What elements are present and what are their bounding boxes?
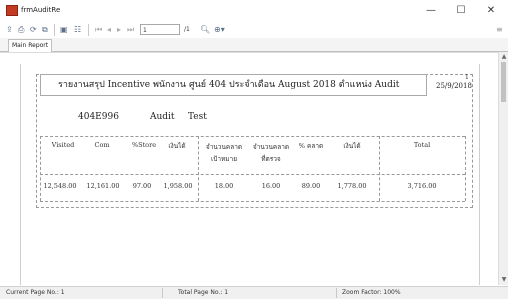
column-header: เงินได้ <box>343 142 361 150</box>
first-page-icon[interactable]: ⏮ <box>95 24 102 36</box>
table-vline <box>198 136 199 201</box>
tab-bar: Main Report <box>0 38 508 52</box>
table-bottom-line <box>40 201 465 202</box>
column-header: จำนวนคลาด เป้าหมาย <box>205 143 243 163</box>
previous-page-icon[interactable]: ◂ <box>107 24 111 36</box>
table-top-line <box>40 136 465 137</box>
table-cell: 16.00 <box>261 182 281 190</box>
overflow-icon[interactable]: ≡ <box>496 24 503 36</box>
toggle-group-tree-icon[interactable]: ▣ <box>60 24 68 36</box>
table-cell: 97.00 <box>132 182 152 190</box>
employee-last-name: Test <box>188 112 207 122</box>
page-total-label: /1 <box>184 26 190 33</box>
print-icon[interactable]: ⎙ <box>18 24 24 36</box>
employee-first-name: Audit <box>150 112 175 122</box>
zoom-icon[interactable]: ⊕▾ <box>214 24 225 36</box>
report-title: รายงานสรุป Incentive พนักงาน ศูนย์ 404 ป… <box>58 80 400 90</box>
vertical-scrollbar[interactable]: ▲ ▼ <box>498 52 508 285</box>
table-cell: 3,716.00 <box>407 182 437 190</box>
column-header: เงินได้ <box>168 142 186 150</box>
table-cell: 12,161.00 <box>86 182 120 190</box>
title-bar: frmAuditRe — ☐ ✕ <box>0 0 508 22</box>
column-header: %Store <box>131 141 157 149</box>
column-header: Visited <box>51 141 75 149</box>
scroll-down-icon[interactable]: ▼ <box>499 276 508 283</box>
table-cell: 89.00 <box>301 182 321 190</box>
column-header: Total <box>413 141 431 149</box>
last-page-icon[interactable]: ⏭ <box>127 24 134 36</box>
group-tree-icon[interactable]: ☷ <box>74 24 81 36</box>
maximize-button[interactable]: ☐ <box>448 2 474 20</box>
window-title: frmAuditRe <box>21 6 61 14</box>
next-page-icon[interactable]: ▸ <box>117 24 121 36</box>
table-header-line <box>40 174 465 175</box>
total-page-status: Total Page No.: 1 <box>178 289 229 296</box>
status-bar: Current Page No.: 1 Total Page No.: 1 Zo… <box>0 286 508 299</box>
report-date: 25/9/2018 <box>436 82 472 90</box>
column-header: Com <box>94 141 110 149</box>
page-number: 1 <box>465 74 469 81</box>
current-page-status: Current Page No.: 1 <box>6 289 65 296</box>
column-header: จำนวนคลาด ที่ตรวจ <box>252 143 290 163</box>
scroll-thumb[interactable] <box>501 62 506 102</box>
table-cell: 1,778.00 <box>337 182 367 190</box>
export-icon[interactable]: ⇪ <box>6 24 13 36</box>
table-vline <box>40 136 41 201</box>
tab-main-report[interactable]: Main Report <box>8 39 53 52</box>
toolbar-separator <box>88 24 89 36</box>
table-cell: 18.00 <box>214 182 234 190</box>
table-cell: 1,958.00 <box>163 182 193 190</box>
table-cell: 12,548.00 <box>43 182 77 190</box>
refresh-icon[interactable]: ⟳ <box>30 24 37 36</box>
scroll-up-icon[interactable]: ▲ <box>499 53 508 60</box>
status-separator <box>162 288 163 298</box>
toolbar-separator <box>54 24 55 36</box>
column-header: % คลาด <box>298 142 324 150</box>
find-icon[interactable]: 🔍︎ <box>200 24 210 36</box>
app-icon <box>6 5 18 16</box>
page-number-input[interactable]: 1 <box>140 24 180 35</box>
close-button[interactable]: ✕ <box>478 2 504 20</box>
copy-icon[interactable]: ⧉ <box>42 24 48 36</box>
employee-code: 404E996 <box>78 112 119 122</box>
minimize-button[interactable]: — <box>418 2 444 20</box>
report-toolbar: ⇪ ⎙ ⟳ ⧉ ▣ ☷ ⏮ ◂ ▸ ⏭ <box>0 22 508 38</box>
table-vline <box>465 136 466 201</box>
table-vline <box>379 136 380 201</box>
status-separator <box>336 288 337 298</box>
zoom-status: Zoom Factor: 100% <box>342 289 401 296</box>
